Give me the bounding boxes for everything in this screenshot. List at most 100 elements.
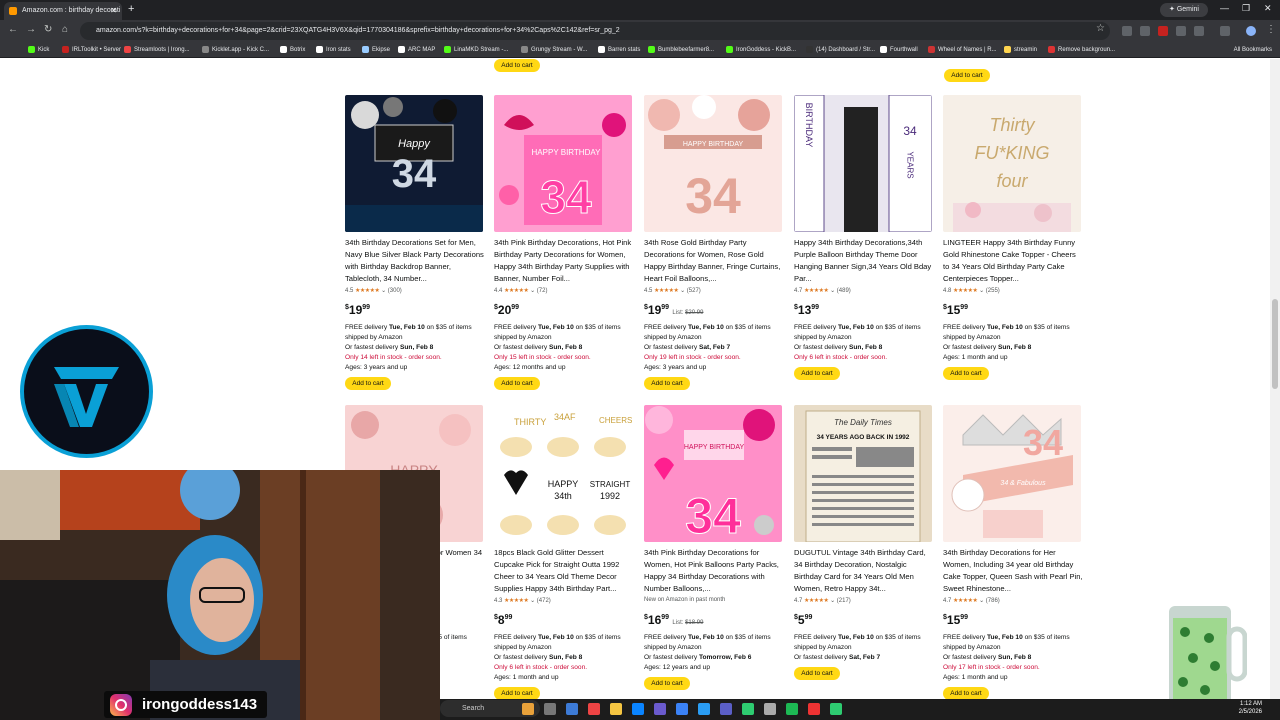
- system-clock[interactable]: 1:12 AM 2/5/2026: [1232, 700, 1262, 716]
- product-title-link[interactable]: 34th Pink Birthday Decorations for Women…: [644, 547, 784, 595]
- scrollbar-thumb[interactable]: [1272, 299, 1278, 389]
- product-title-link[interactable]: Happy 34th Birthday Decorations,34th Pur…: [794, 237, 934, 285]
- add-to-cart-button[interactable]: Add to cart: [644, 377, 690, 390]
- product-rating[interactable]: 4.7 ★★★★★ ⌄ (217): [794, 597, 851, 604]
- taskbar-app-icon[interactable]: [764, 703, 776, 715]
- bookmark-item[interactable]: Bumblebeefarmer8...: [648, 42, 714, 58]
- taskbar-app-icon[interactable]: [544, 703, 556, 715]
- product-image[interactable]: HAPPY BIRTHDAY 34: [494, 95, 632, 232]
- all-bookmarks-button[interactable]: All Bookmarks: [1234, 42, 1272, 58]
- bookmark-item[interactable]: streamin: [1004, 42, 1037, 58]
- taskbar-app-icon[interactable]: [566, 703, 578, 715]
- product-image[interactable]: THIRTY 34AF CHEERS HAPPY 34th STRAIGHT 1992: [494, 405, 632, 542]
- url-input[interactable]: amazon.com/s?k=birthday+decorations+for+…: [80, 22, 1110, 40]
- product-title-link[interactable]: 34th Pink Birthday Decorations, Hot Pink…: [494, 237, 634, 285]
- add-to-cart-button[interactable]: Add to cart: [494, 59, 540, 72]
- gemini-button[interactable]: ✦ Gemini: [1160, 3, 1208, 17]
- product-title-link[interactable]: 34th Birthday Decorations Set for Men, N…: [345, 237, 485, 285]
- taskbar-app-icon[interactable]: [654, 703, 666, 715]
- bookmark-item[interactable]: Fourthwall: [880, 42, 918, 58]
- add-to-cart-button[interactable]: Add to cart: [345, 377, 391, 390]
- taskbar-app-icon[interactable]: [610, 703, 622, 715]
- product-image[interactable]: Thirty FU*KING four: [943, 95, 1081, 232]
- bookmark-item[interactable]: Barren stats: [598, 42, 640, 58]
- product-title-link[interactable]: 34th Rose Gold Birthday Party Decoration…: [644, 237, 784, 285]
- stock-warning: Only 6 left in stock - order soon.: [794, 354, 888, 361]
- bookmark-item[interactable]: Remove backgroun...: [1048, 42, 1115, 58]
- taskbar-app-icon[interactable]: [588, 703, 600, 715]
- product-rating[interactable]: 4.4 ★★★★★ ⌄ (72): [494, 287, 547, 294]
- bookmark-item[interactable]: (14) Dashboard / Str...: [806, 42, 875, 58]
- age-range: Ages: 3 years and up: [345, 364, 408, 371]
- close-tab-icon[interactable]: ✕: [110, 2, 117, 20]
- add-to-cart-button[interactable]: Add to cart: [644, 677, 690, 690]
- product-rating[interactable]: 4.5 ★★★★★ ⌄ (300): [345, 287, 402, 294]
- extension-icon[interactable]: [1176, 26, 1186, 36]
- add-to-cart-button[interactable]: Add to cart: [494, 687, 540, 699]
- extension-icon[interactable]: [1140, 26, 1150, 36]
- product-image[interactable]: HAPPY BIRTHDAY 34: [644, 95, 782, 232]
- add-to-cart-button[interactable]: Add to cart: [494, 377, 540, 390]
- add-to-cart-button[interactable]: Add to cart: [943, 367, 989, 380]
- home-icon[interactable]: ⌂: [62, 24, 68, 35]
- bookmark-item[interactable]: Botrix: [280, 42, 305, 58]
- sidepanel-icon[interactable]: [1220, 26, 1230, 36]
- product-rating[interactable]: 4.5 ★★★★★ ⌄ (527): [644, 287, 701, 294]
- browser-tab-amazon[interactable]: Amazon.com : birthday decorati ✕: [4, 2, 122, 20]
- bookmark-item[interactable]: Ekipse: [362, 42, 390, 58]
- bookmark-item[interactable]: Wheel of Names | R...: [928, 42, 997, 58]
- taskbar-app-icon[interactable]: [698, 703, 710, 715]
- svg-text:34: 34: [685, 488, 741, 542]
- logo-emblem-icon: [54, 367, 119, 427]
- back-icon[interactable]: ←: [8, 24, 18, 35]
- bookmark-item[interactable]: Streamloots | Irong...: [124, 42, 190, 58]
- bookmark-item[interactable]: Grungy Stream - W...: [521, 42, 587, 58]
- taskbar-app-icon[interactable]: [676, 703, 688, 715]
- maximize-icon[interactable]: ❐: [1242, 3, 1250, 14]
- product-image[interactable]: The Daily Times 34 YEARS AGO BACK IN 1992: [794, 405, 932, 542]
- bookmark-item[interactable]: Iron stats: [316, 42, 351, 58]
- product-title-link[interactable]: DUGUTUL Vintage 34th Birthday Card, 34 B…: [794, 547, 934, 595]
- product-image[interactable]: BIRTHDAY 34 YEARS: [794, 95, 932, 232]
- add-to-cart-button[interactable]: Add to cart: [794, 367, 840, 380]
- taskbar-app-icon[interactable]: [808, 703, 820, 715]
- bookmark-star-icon[interactable]: ☆: [1096, 23, 1105, 34]
- add-to-cart-button[interactable]: Add to cart: [943, 687, 989, 699]
- extension-icon[interactable]: [1122, 26, 1132, 36]
- bookmark-item[interactable]: ARC MAP: [398, 42, 435, 58]
- page-scrollbar[interactable]: [1270, 59, 1280, 699]
- product-title-link[interactable]: 34th Birthday Decorations for Her Women,…: [943, 547, 1083, 595]
- taskbar-app-icon[interactable]: [786, 703, 798, 715]
- product-rating[interactable]: 4.8 ★★★★★ ⌄ (255): [943, 287, 1000, 294]
- product-rating[interactable]: 4.7 ★★★★★ ⌄ (786): [943, 597, 1000, 604]
- add-to-cart-button[interactable]: Add to cart: [944, 69, 990, 82]
- taskbar-app-icon[interactable]: [632, 703, 644, 715]
- taskbar-app-icon[interactable]: [522, 703, 534, 715]
- bookmark-item[interactable]: IRLToolkit • Server: [62, 42, 121, 58]
- bookmark-item[interactable]: IronGoddess - KickB...: [726, 42, 796, 58]
- bookmark-item[interactable]: Kicklet.app - Kick C...: [202, 42, 269, 58]
- new-tab-icon[interactable]: +: [128, 3, 134, 15]
- bookmark-item[interactable]: LinaMKD Stream -...: [444, 42, 508, 58]
- product-title-link[interactable]: 18pcs Black Gold Glitter Dessert Cupcake…: [494, 547, 634, 595]
- extensions-puzzle-icon[interactable]: [1194, 26, 1204, 36]
- product-title-link[interactable]: LINGTEER Happy 34th Birthday Funny Gold …: [943, 237, 1083, 285]
- taskbar-app-icon[interactable]: [830, 703, 842, 715]
- extension-icon[interactable]: [1158, 26, 1168, 36]
- product-rating[interactable]: 4.3 ★★★★★ ⌄ (472): [494, 597, 551, 604]
- product-image[interactable]: HAPPY BIRTHDAY 34: [644, 405, 782, 542]
- add-to-cart-button[interactable]: Add to cart: [794, 667, 840, 680]
- chevron-down-icon: ⌄: [530, 598, 536, 604]
- product-image[interactable]: 34 34 & Fabulous: [943, 405, 1081, 542]
- bookmark-item[interactable]: Kick: [28, 42, 49, 58]
- reload-icon[interactable]: ↻: [44, 24, 52, 35]
- taskbar-app-icon[interactable]: [720, 703, 732, 715]
- forward-icon[interactable]: →: [26, 24, 36, 35]
- product-image[interactable]: Happy 34: [345, 95, 483, 232]
- menu-kebab-icon[interactable]: ⋮: [1266, 24, 1276, 35]
- taskbar-app-icon[interactable]: [742, 703, 754, 715]
- close-window-icon[interactable]: ✕: [1264, 3, 1272, 14]
- profile-avatar-icon[interactable]: [1246, 26, 1256, 36]
- minimize-icon[interactable]: —: [1220, 3, 1229, 13]
- product-rating[interactable]: 4.7 ★★★★★ ⌄ (489): [794, 287, 851, 294]
